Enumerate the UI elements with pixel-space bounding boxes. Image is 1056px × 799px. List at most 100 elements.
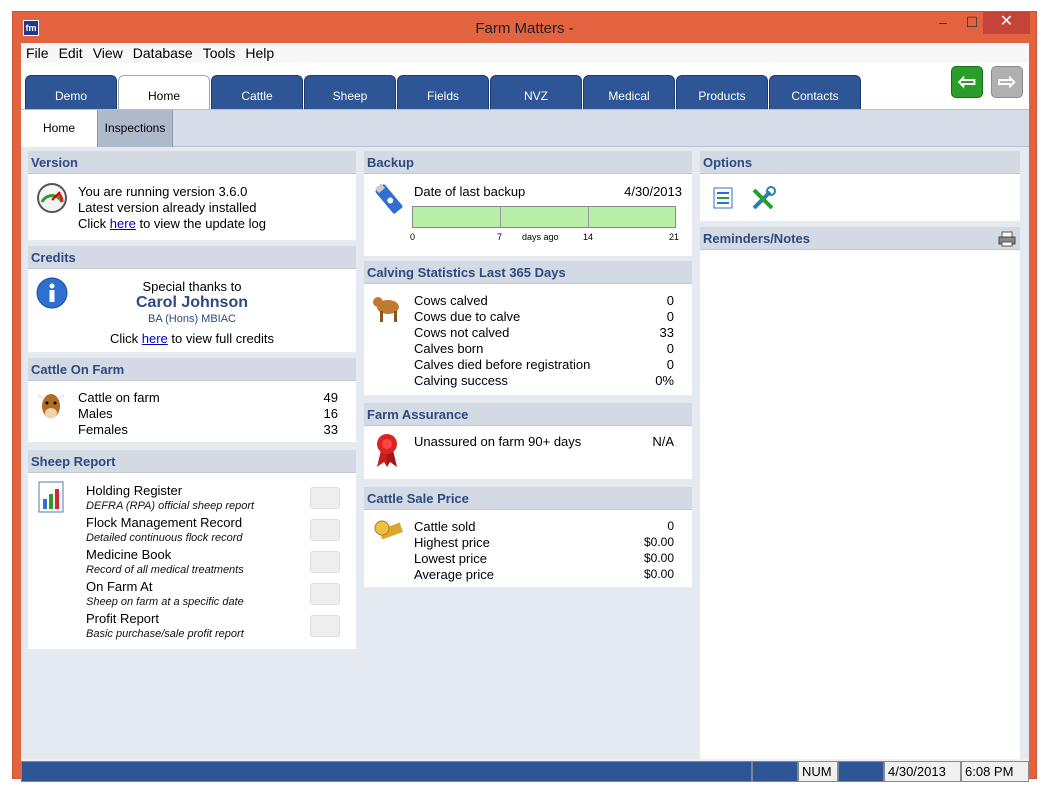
right-column: Options Reminders/Notes bbox=[700, 147, 1021, 759]
backup-label: Date of last backup bbox=[414, 184, 526, 199]
options-header: Options bbox=[700, 151, 1020, 174]
close-button[interactable]: ✕ bbox=[983, 12, 1030, 34]
tick-label: 14 bbox=[583, 232, 594, 242]
calving-row-label: Calves born bbox=[414, 341, 484, 356]
cattle-sale-price-panel: Cattle Sale Price Cattle sold 0 Highest … bbox=[364, 487, 692, 587]
reminders-panel: Reminders/Notes bbox=[700, 227, 1020, 759]
sheep-report-panel: Sheep Report Holding Register DEFRA (RPA… bbox=[28, 450, 356, 649]
calving-row-label: Cows not calved bbox=[414, 325, 510, 340]
tab-products[interactable]: Products bbox=[676, 75, 768, 109]
tools-icon[interactable] bbox=[750, 186, 776, 212]
backup-date: 4/30/2013 bbox=[624, 184, 682, 199]
main-tab-row: Demo Home Cattle Sheep Fields NVZ Medica… bbox=[21, 63, 1029, 109]
forward-arrow-icon[interactable]: ⇨ bbox=[991, 66, 1023, 98]
backup-header: Backup bbox=[364, 151, 692, 174]
version-panel: Version You are running version 3.6.0 La… bbox=[28, 151, 356, 240]
sheep-report-title[interactable]: Medicine Book bbox=[86, 547, 171, 562]
gauge-icon bbox=[37, 183, 67, 213]
tab-sheep[interactable]: Sheep bbox=[304, 75, 396, 109]
tab-demo[interactable]: Demo bbox=[25, 75, 117, 109]
printer-icon[interactable] bbox=[310, 615, 340, 637]
sheep-report-title[interactable]: On Farm At bbox=[86, 579, 152, 594]
window-title: Farm Matters - bbox=[475, 20, 574, 37]
calving-row-value: 0 bbox=[666, 309, 674, 324]
cattle-row-value: 49 bbox=[323, 390, 338, 405]
printer-icon[interactable] bbox=[310, 487, 340, 509]
tab-fields[interactable]: Fields bbox=[397, 75, 489, 109]
calving-row-value: 0 bbox=[666, 293, 674, 308]
subtab-inspections[interactable]: Inspections bbox=[97, 110, 173, 147]
cattle-row-value: 33 bbox=[323, 422, 338, 437]
farm-assurance-header: Farm Assurance bbox=[364, 403, 692, 426]
sheep-report-desc: Detailed continuous flock record bbox=[86, 532, 243, 544]
calving-row-label: Cows calved bbox=[414, 293, 488, 308]
menu-bar: File Edit View Database Tools Help bbox=[21, 43, 1029, 63]
calf-icon bbox=[373, 297, 399, 322]
tab-medical[interactable]: Medical bbox=[583, 75, 675, 109]
status-date: 4/30/2013 bbox=[884, 761, 961, 782]
sheep-report-desc: Record of all medical treatments bbox=[86, 564, 244, 576]
sheep-report-title[interactable]: Flock Management Record bbox=[86, 515, 242, 530]
sheep-report-desc: Basic purchase/sale profit report bbox=[86, 628, 244, 640]
num-lock-indicator: NUM bbox=[798, 761, 838, 782]
credits-header: Credits bbox=[28, 246, 356, 269]
menu-database[interactable]: Database bbox=[128, 43, 198, 61]
tab-contacts[interactable]: Contacts bbox=[769, 75, 861, 109]
print-icon[interactable] bbox=[998, 231, 1016, 247]
status-message bbox=[21, 761, 752, 782]
back-arrow-icon[interactable]: ⇦ bbox=[951, 66, 983, 98]
calving-row-value: 33 bbox=[659, 325, 674, 340]
cattle-row-label: Males bbox=[78, 406, 113, 421]
bar-divider bbox=[500, 207, 501, 227]
reminders-header: Reminders/Notes bbox=[700, 227, 1020, 250]
update-log-link[interactable]: here bbox=[110, 216, 136, 231]
tab-nvz[interactable]: NVZ bbox=[490, 75, 582, 109]
tab-cattle[interactable]: Cattle bbox=[211, 75, 303, 109]
menu-help[interactable]: Help bbox=[240, 43, 279, 61]
calving-row-label: Calves died before registration bbox=[414, 357, 591, 372]
tick-label: 0 bbox=[410, 232, 416, 242]
printer-icon[interactable] bbox=[310, 551, 340, 573]
version-header: Version bbox=[28, 151, 356, 174]
menu-tools[interactable]: Tools bbox=[198, 43, 241, 61]
status-cell bbox=[838, 761, 884, 782]
backup-panel: Backup Date of last backup 4/30/2013 0 7… bbox=[364, 151, 692, 256]
calving-row-value: 0 bbox=[666, 357, 674, 372]
sheep-report-title[interactable]: Holding Register bbox=[86, 483, 182, 498]
subtab-home[interactable]: Home bbox=[21, 110, 97, 147]
tab-home[interactable]: Home bbox=[118, 75, 210, 109]
settings-list-icon[interactable] bbox=[712, 186, 736, 210]
status-time: 6:08 PM bbox=[961, 761, 1029, 782]
tick-label: 7 bbox=[497, 232, 503, 242]
version-line-2: Latest version already installed bbox=[78, 200, 257, 215]
calving-row-label: Cows due to calve bbox=[414, 309, 521, 324]
cattle-row-label: Females bbox=[78, 422, 128, 437]
assurance-value: N/A bbox=[652, 434, 674, 449]
title-bar[interactable]: fm Farm Matters - – ☐ ✕ bbox=[13, 12, 1036, 43]
sheep-report-desc: Sheep on farm at a specific date bbox=[86, 596, 244, 608]
sheep-report-title[interactable]: Profit Report bbox=[86, 611, 159, 626]
calving-row-value: 0 bbox=[666, 341, 674, 356]
backup-age-fill bbox=[413, 207, 675, 227]
credits-thanks: Special thanks to bbox=[142, 279, 242, 294]
cattle-row-label: Cattle on farm bbox=[78, 390, 160, 405]
printer-icon[interactable] bbox=[310, 583, 340, 605]
full-credits-link[interactable]: here bbox=[142, 331, 168, 346]
usb-backup-icon bbox=[375, 183, 403, 214]
sale-row-label: Highest price bbox=[414, 535, 490, 550]
menu-view[interactable]: View bbox=[88, 43, 128, 61]
sub-tab-bar: Home Inspections bbox=[21, 109, 1029, 147]
axis-label: days ago bbox=[522, 232, 559, 242]
menu-file[interactable]: File bbox=[21, 43, 54, 61]
printer-icon[interactable] bbox=[310, 519, 340, 541]
tick-label: 21 bbox=[669, 232, 680, 242]
menu-edit[interactable]: Edit bbox=[54, 43, 88, 61]
options-panel: Options bbox=[700, 151, 1020, 221]
sale-row-value: $0.00 bbox=[643, 551, 674, 565]
sheep-report-desc: DEFRA (RPA) official sheep report bbox=[86, 500, 255, 512]
version-line-3: Click here to view the update log bbox=[78, 216, 266, 231]
backup-age-bar bbox=[412, 206, 676, 228]
app-window: fm Farm Matters - – ☐ ✕ File Edit View Data… bbox=[12, 11, 1037, 782]
sale-row-value: 0 bbox=[667, 519, 674, 533]
status-cell bbox=[752, 761, 798, 782]
